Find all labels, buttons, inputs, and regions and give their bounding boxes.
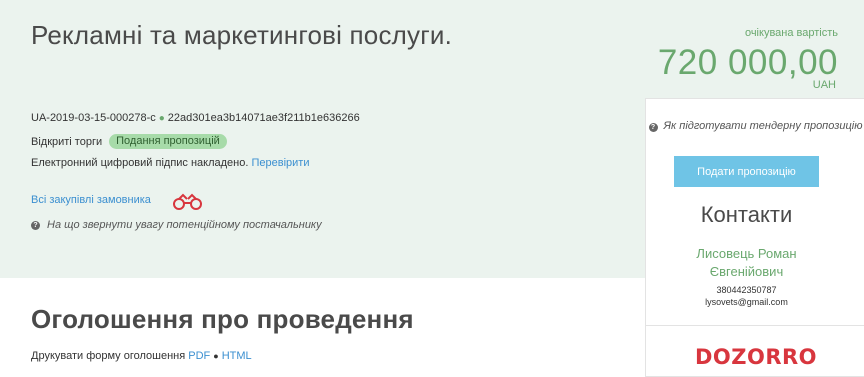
expected-value: 720 000,00 <box>657 43 838 82</box>
submit-proposal-button[interactable]: Подати пропозицію <box>674 156 819 187</box>
procedure-type: Відкриті торги <box>31 135 103 148</box>
contacts-title: Контакти <box>700 202 793 227</box>
print-html-link[interactable]: HTML <box>222 350 252 362</box>
supplier-notice[interactable]: ? На що звернути увагу потенційному пост… <box>31 219 322 231</box>
binoculars-icon[interactable] <box>171 193 204 210</box>
tender-hash: 22ad301ea3b14071ae3f211b1e636266 <box>167 112 360 124</box>
signature-text: Електронний цифровий підпис накладено. <box>31 157 249 169</box>
tender-ids: UA-2019-03-15-000278-c ● 22ad301ea3b14071a… <box>31 112 360 124</box>
tender-id: UA-2019-03-15-000278-c <box>31 112 156 124</box>
expected-currency: UAH <box>812 79 836 91</box>
print-form-row: Друкувати форму оголошення PDF ● HTML <box>31 350 252 362</box>
howto-link[interactable]: ? Як підготувати тендерну пропозицію <box>646 119 864 134</box>
howto-text: Як підготувати тендерну пропозицію <box>663 120 863 132</box>
sidebar-panel: ? Як підготувати тендерну пропозицію Пода… <box>645 98 864 377</box>
bullet-icon: ● <box>213 351 219 361</box>
status-badge: Подання пропозицій <box>109 134 227 149</box>
dozorro-logo-mark: DOZORRO <box>694 345 816 369</box>
dozorro-logo[interactable]: DOZORRO <box>646 342 864 370</box>
question-icon: ? <box>648 123 658 132</box>
all-purchases-link[interactable]: Всі закупівлі замовника <box>31 194 151 206</box>
contact-email[interactable]: lysovets@gmail.com <box>646 297 847 307</box>
procedure-row: Відкриті торги Подання пропозицій <box>31 134 227 149</box>
tender-page: Рекламні та маркетингові послуги. очікув… <box>0 0 864 377</box>
print-text: Друкувати форму оголошення <box>31 350 186 362</box>
print-pdf-link[interactable]: PDF <box>188 350 210 362</box>
svg-text:DOZORRO: DOZORRO <box>696 345 816 369</box>
contact-name-line1: Лисовець Роман <box>696 246 797 261</box>
expected-value-label: очікувана вартість <box>744 27 838 39</box>
contact-name-line2: Євгенійович <box>709 264 784 279</box>
signature-row: Електронний цифровий підпис накладено. П… <box>31 157 309 169</box>
bullet-icon: ● <box>158 113 165 124</box>
contact-name: Лисовець Роман Євгенійович <box>646 245 847 281</box>
verify-signature-link[interactable]: Перевірити <box>251 157 309 169</box>
sidebar-divider <box>646 325 864 326</box>
contact-phone: 380442350787 <box>716 285 777 295</box>
announcement-title: Оголошення про проведення <box>31 304 414 334</box>
question-icon: ? <box>31 220 40 230</box>
supplier-notice-text: На що звернути увагу потенційному постач… <box>47 219 322 231</box>
page-title: Рекламні та маркетингові послуги. <box>31 20 453 50</box>
